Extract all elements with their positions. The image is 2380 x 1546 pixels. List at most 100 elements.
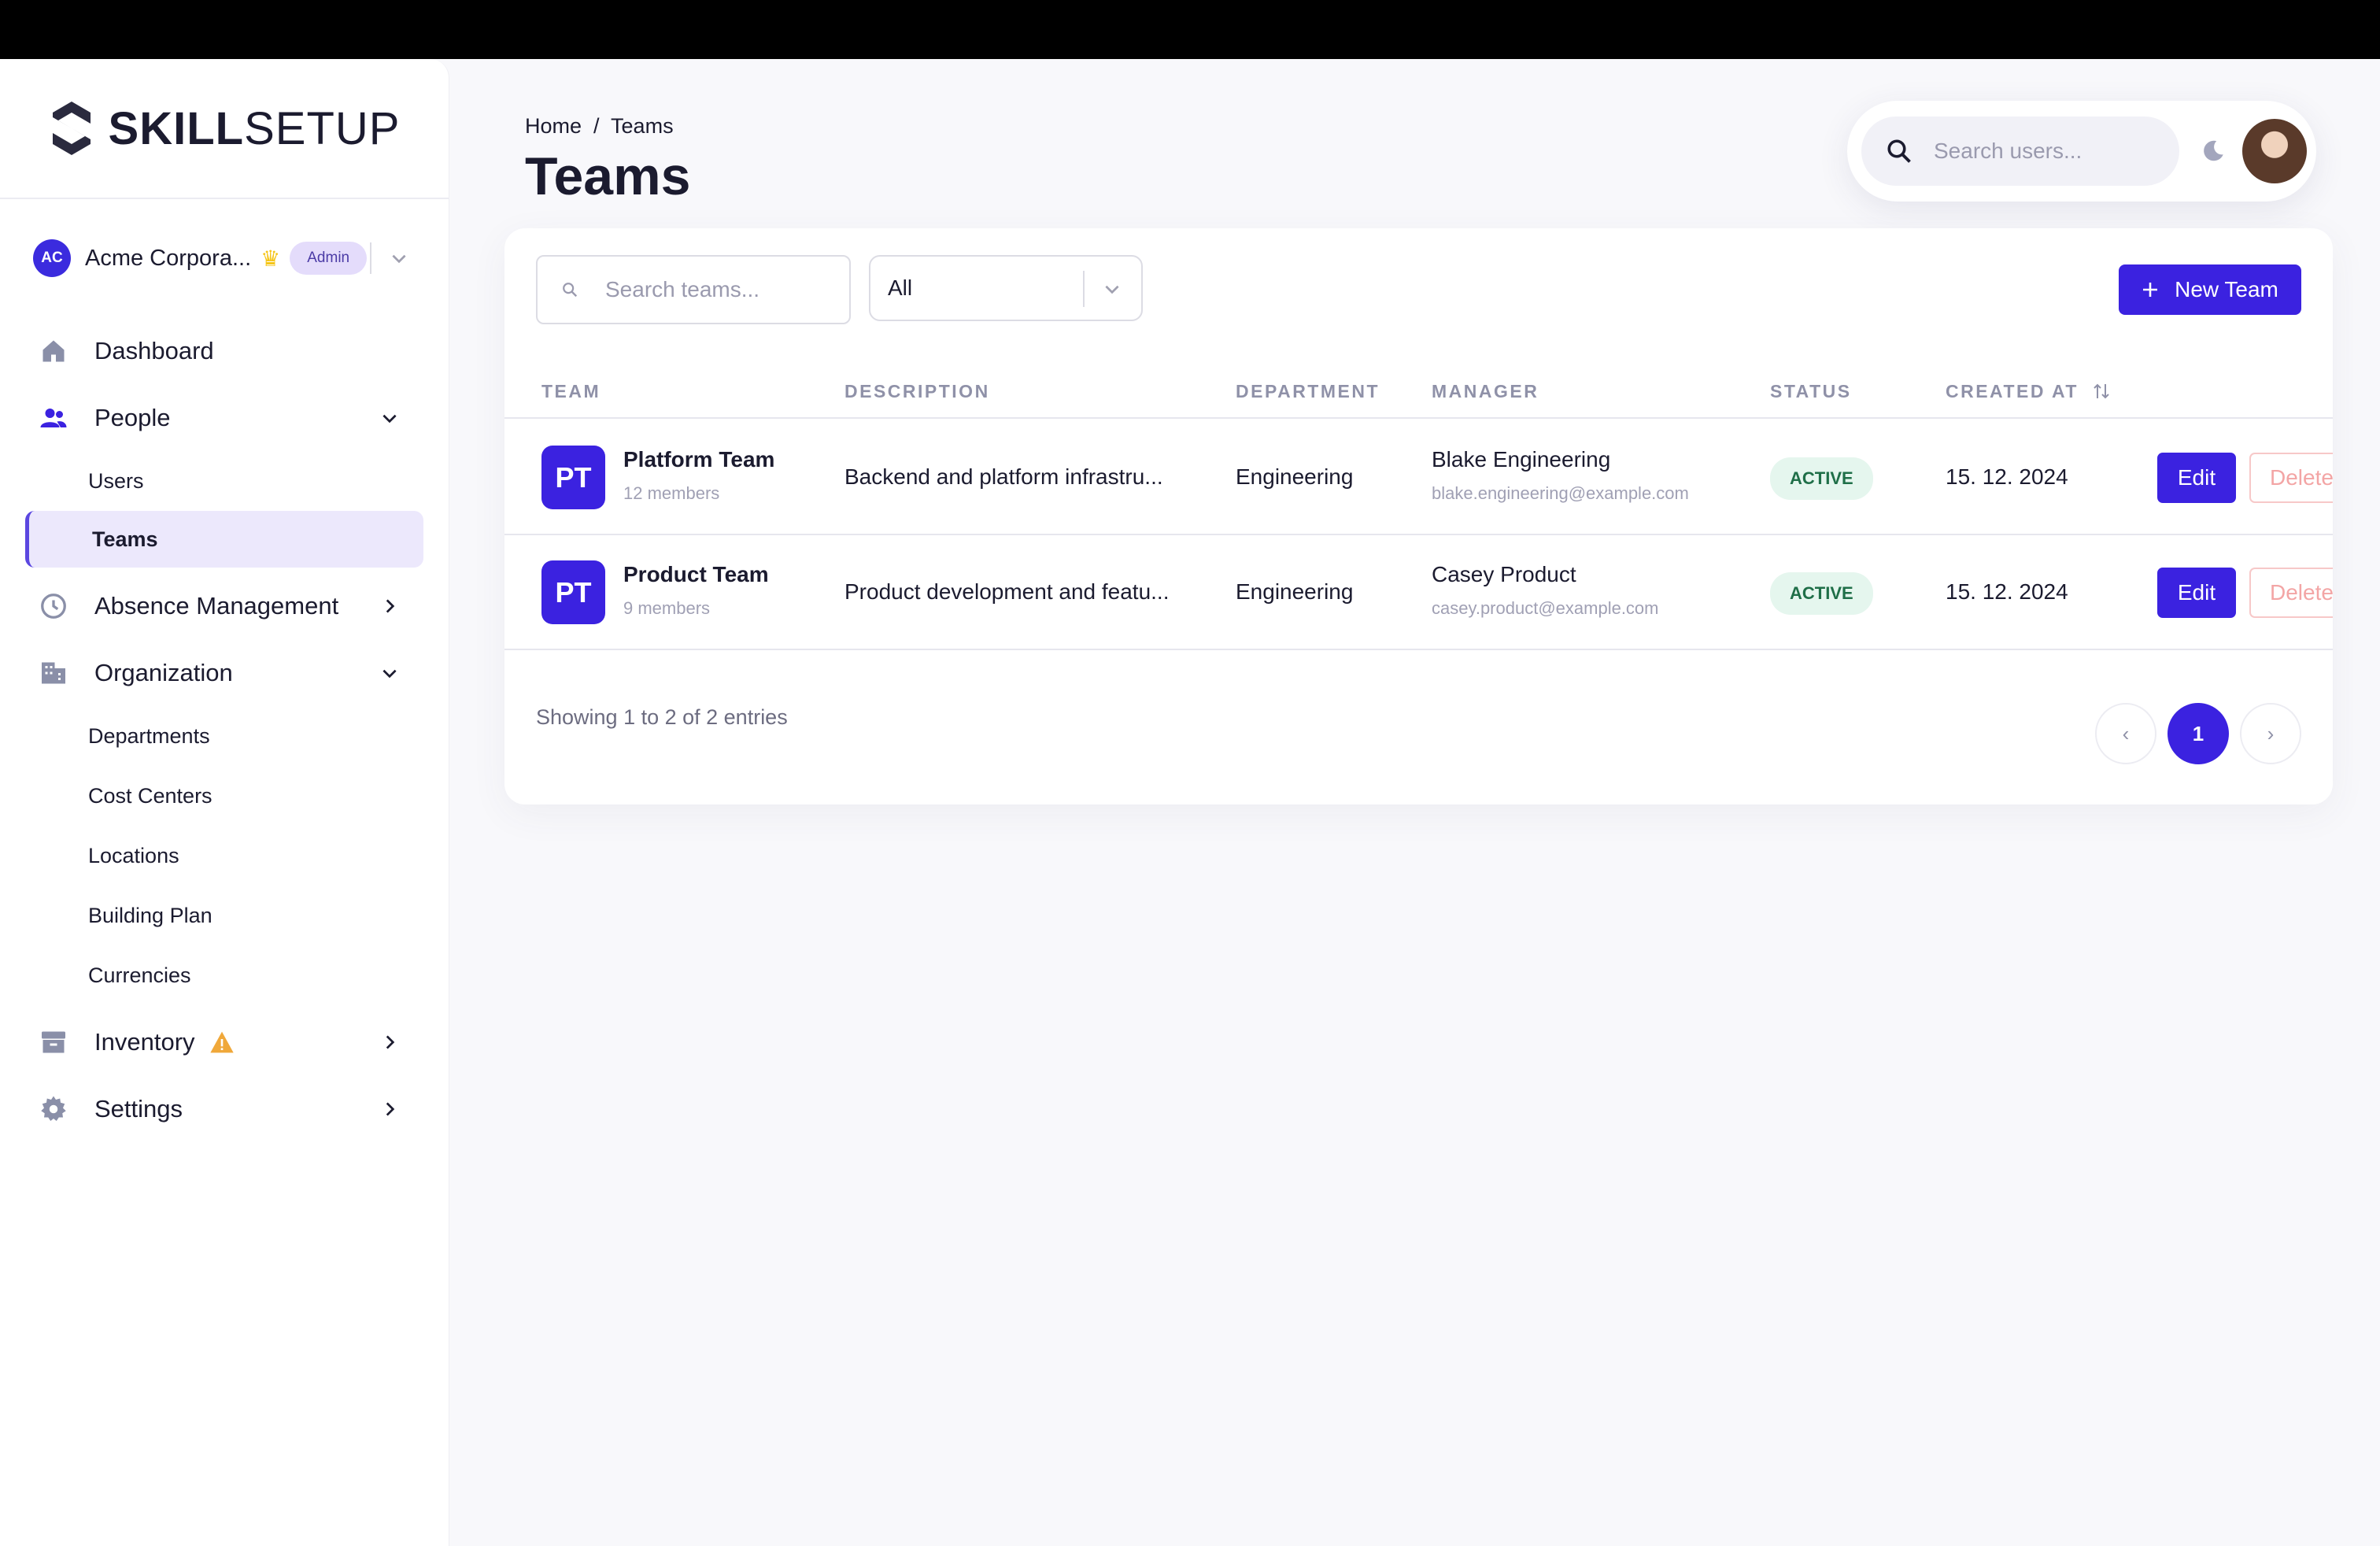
column-header-team[interactable]: TEAM [541,381,601,402]
team-name[interactable]: Platform Team [623,447,774,472]
created-date: 15. 12. 2024 [1946,464,2068,489]
archive-icon [38,1026,69,1058]
delete-button[interactable]: Delete [2249,568,2333,618]
team-avatar: PT [541,560,605,624]
sidebar-item-label: People [94,403,171,431]
org-name: Acme Corpora... [85,245,252,271]
org-switcher[interactable]: AC Acme Corpora... ♛ Admin [0,199,449,317]
team-search-input[interactable]: Search teams... [536,255,851,324]
team-description: Backend and platform infrastru... [844,464,1163,489]
pagination-info: Showing 1 to 2 of 2 entries [536,705,788,729]
header-actions: Search users... [1847,101,2316,202]
column-header-manager[interactable]: MANAGER [1432,381,1539,402]
home-icon [38,335,69,367]
chevron-down-icon[interactable] [389,248,409,268]
team-description: Product development and featu... [844,579,1170,604]
sidebar-item-label: Dashboard [94,336,214,364]
sidebar-item-building-plan[interactable]: Building Plan [0,886,449,945]
brand-logo[interactable]: SKILLSETUP [0,59,449,199]
sidebar: SKILLSETUP AC Acme Corpora... ♛ Admin Da… [0,59,449,1546]
column-header-department[interactable]: DEPARTMENT [1236,381,1380,402]
sidebar-item-currencies[interactable]: Currencies [0,945,449,1005]
column-header-created-at-label: CREATED AT [1946,381,2079,401]
page-title: Teams [525,146,691,206]
user-search-placeholder: Search users... [1934,139,2082,163]
team-name[interactable]: Product Team [623,562,769,587]
table-header: TEAM DESCRIPTION DEPARTMENT MANAGER STAT… [504,372,2333,419]
status-filter-value: All [888,276,913,300]
role-badge: Admin [290,242,368,275]
manager-name: Blake Engineering [1432,447,1611,472]
team-search-placeholder: Search teams... [605,277,760,301]
team-member-count: 9 members [623,598,711,618]
sidebar-nav: Dashboard People Users Teams Absence Man… [0,317,449,1142]
edit-button[interactable]: Edit [2157,568,2236,618]
next-page-button[interactable]: › [2240,703,2301,764]
prev-page-button[interactable]: ‹ [2095,703,2156,764]
page-button-1[interactable]: 1 [2168,703,2229,764]
status-badge: ACTIVE [1770,572,1873,615]
manager-email: blake.engineering@example.com [1432,483,1689,503]
team-department: Engineering [1236,464,1354,489]
clock-icon [38,590,69,622]
status-badge: ACTIVE [1770,457,1873,500]
search-icon [1887,139,1911,163]
sidebar-item-label: Absence Management [94,591,339,620]
breadcrumb[interactable]: Home / Teams [525,114,674,139]
team-department: Engineering [1236,579,1354,604]
sidebar-item-locations[interactable]: Locations [0,826,449,886]
org-divider [370,242,372,274]
sidebar-item-inventory[interactable]: Inventory [0,1008,449,1075]
chevron-right-icon [386,1101,395,1116]
new-team-label: New Team [2175,277,2278,301]
chevron-down-icon [382,414,397,423]
moon-icon[interactable] [2200,138,2227,165]
delete-button[interactable]: Delete [2249,453,2333,503]
sidebar-item-people[interactable]: People [0,384,449,451]
brand-name: SKILLSETUP [109,102,401,155]
sidebar-item-label: Settings [94,1094,183,1123]
building-icon [38,657,69,689]
sidebar-item-teams[interactable]: Teams [25,511,423,568]
window-top-bar [0,0,2380,59]
column-header-created-at[interactable]: CREATED AT [1946,381,2111,402]
table-row[interactable]: PT Product Team 9 members Product develo… [504,535,2333,650]
manager-email: casey.product@example.com [1432,598,1659,618]
sort-icon [2094,383,2109,399]
edit-button[interactable]: Edit [2157,453,2236,503]
sidebar-item-label: Inventory [94,1027,195,1056]
new-team-button[interactable]: New Team [2119,264,2301,315]
warning-icon [209,1031,234,1052]
manager-name: Casey Product [1432,562,1576,586]
select-divider [1083,271,1085,307]
sidebar-item-departments[interactable]: Departments [0,706,449,766]
column-header-description[interactable]: DESCRIPTION [844,381,990,402]
sidebar-item-absence-management[interactable]: Absence Management [0,572,449,639]
chevron-down-icon [382,669,397,678]
user-avatar[interactable] [2242,119,2307,183]
user-search-input[interactable]: Search users... [1861,117,2179,186]
brand-name-bold: SKILL [108,102,245,154]
teams-card: Search teams... All New Team TEAM DESCRI… [504,228,2333,804]
sidebar-item-cost-centers[interactable]: Cost Centers [0,766,449,826]
sidebar-item-settings[interactable]: Settings [0,1075,449,1142]
column-header-status[interactable]: STATUS [1770,381,1852,402]
status-filter-select[interactable]: All [869,255,1143,321]
sidebar-item-dashboard[interactable]: Dashboard [0,317,449,384]
sidebar-item-organization[interactable]: Organization [0,639,449,706]
chevron-down-icon [1105,285,1119,294]
crown-icon: ♛ [261,246,281,271]
brand-name-light: SETUP [244,102,401,154]
pagination: ‹ 1 › [2095,703,2301,764]
plus-icon [2143,283,2158,297]
team-avatar: PT [541,446,605,509]
sidebar-item-users[interactable]: Users [0,451,449,511]
chevron-right-icon [386,598,395,613]
chevron-right-icon [386,1034,395,1049]
people-icon [38,402,69,434]
logo-mark-icon [52,102,91,155]
search-icon [563,283,578,298]
org-avatar: AC [33,239,71,277]
table-row[interactable]: PT Platform Team 12 members Backend and … [504,420,2333,535]
created-date: 15. 12. 2024 [1946,579,2068,604]
